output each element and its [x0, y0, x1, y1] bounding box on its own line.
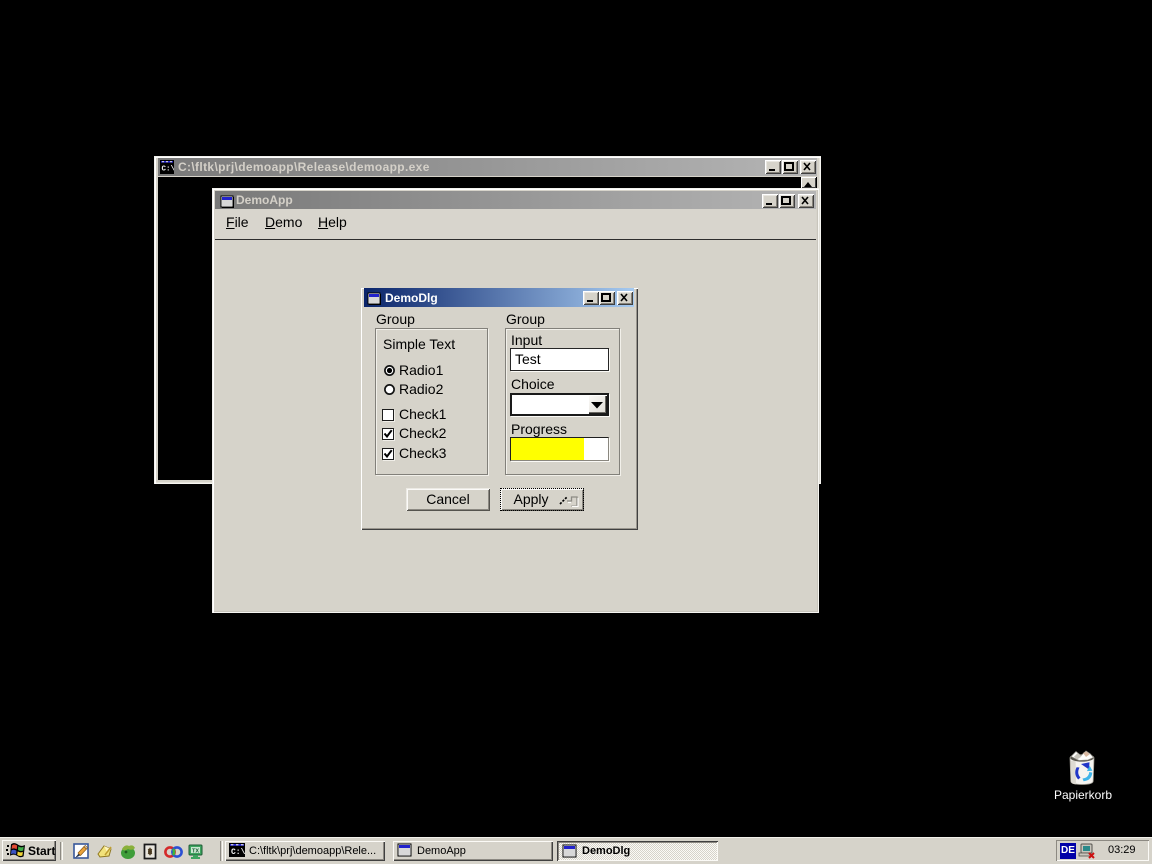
svg-text:C:\: C:\	[231, 848, 245, 857]
svg-text:TX: TX	[192, 849, 199, 855]
svg-text:C:\: C:\	[162, 166, 175, 174]
